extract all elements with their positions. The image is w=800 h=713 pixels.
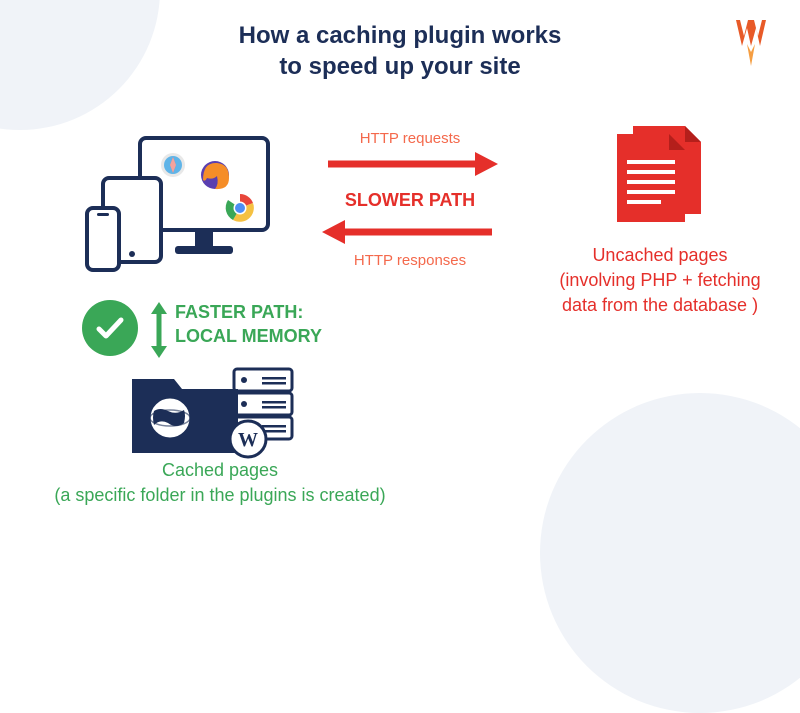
faster-path-line-1: FASTER PATH: [175,302,303,322]
folder-server-icon: W [126,363,306,461]
uncached-pages-block: Uncached pages (involving PHP + fetching… [535,120,785,319]
bidirectional-arrow [148,302,170,363]
http-path-block: HTTP requests SLOWER PATH HTTP responses [310,130,510,271]
devices-cluster [85,130,275,285]
arrow-right-icon [320,149,500,179]
cached-storage-block: W [126,363,306,466]
title-line-2: to speed up your site [279,53,520,80]
uncached-line-1: Uncached pages [592,245,727,265]
document-stack-icon [605,120,715,230]
faster-path-label: FASTER PATH: LOCAL MEMORY [175,300,322,349]
check-badge [82,300,138,356]
bg-circle-bottom-right [540,393,800,713]
http-requests-label: HTTP requests [310,130,510,147]
cached-line-1: Cached pages [162,460,278,480]
title-line-1: How a caching plugin works [239,22,562,49]
svg-text:W: W [238,429,258,451]
uncached-line-3: data from the database ) [562,295,758,315]
uncached-pages-text: Uncached pages (involving PHP + fetching… [535,243,785,319]
cached-pages-text: Cached pages (a specific folder in the p… [20,458,420,508]
uncached-line-2: (involving PHP + fetching [559,270,760,290]
faster-path-line-2: LOCAL MEMORY [175,326,322,346]
arrow-left-icon [320,217,500,247]
http-responses-label: HTTP responses [310,252,510,269]
up-down-arrow-icon [148,302,170,358]
cached-line-2: (a specific folder in the plugins is cre… [54,485,385,505]
slower-path-label: SLOWER PATH [310,190,510,211]
checkmark-icon [93,311,127,345]
diagram-title: How a caching plugin works to speed up y… [0,20,800,82]
